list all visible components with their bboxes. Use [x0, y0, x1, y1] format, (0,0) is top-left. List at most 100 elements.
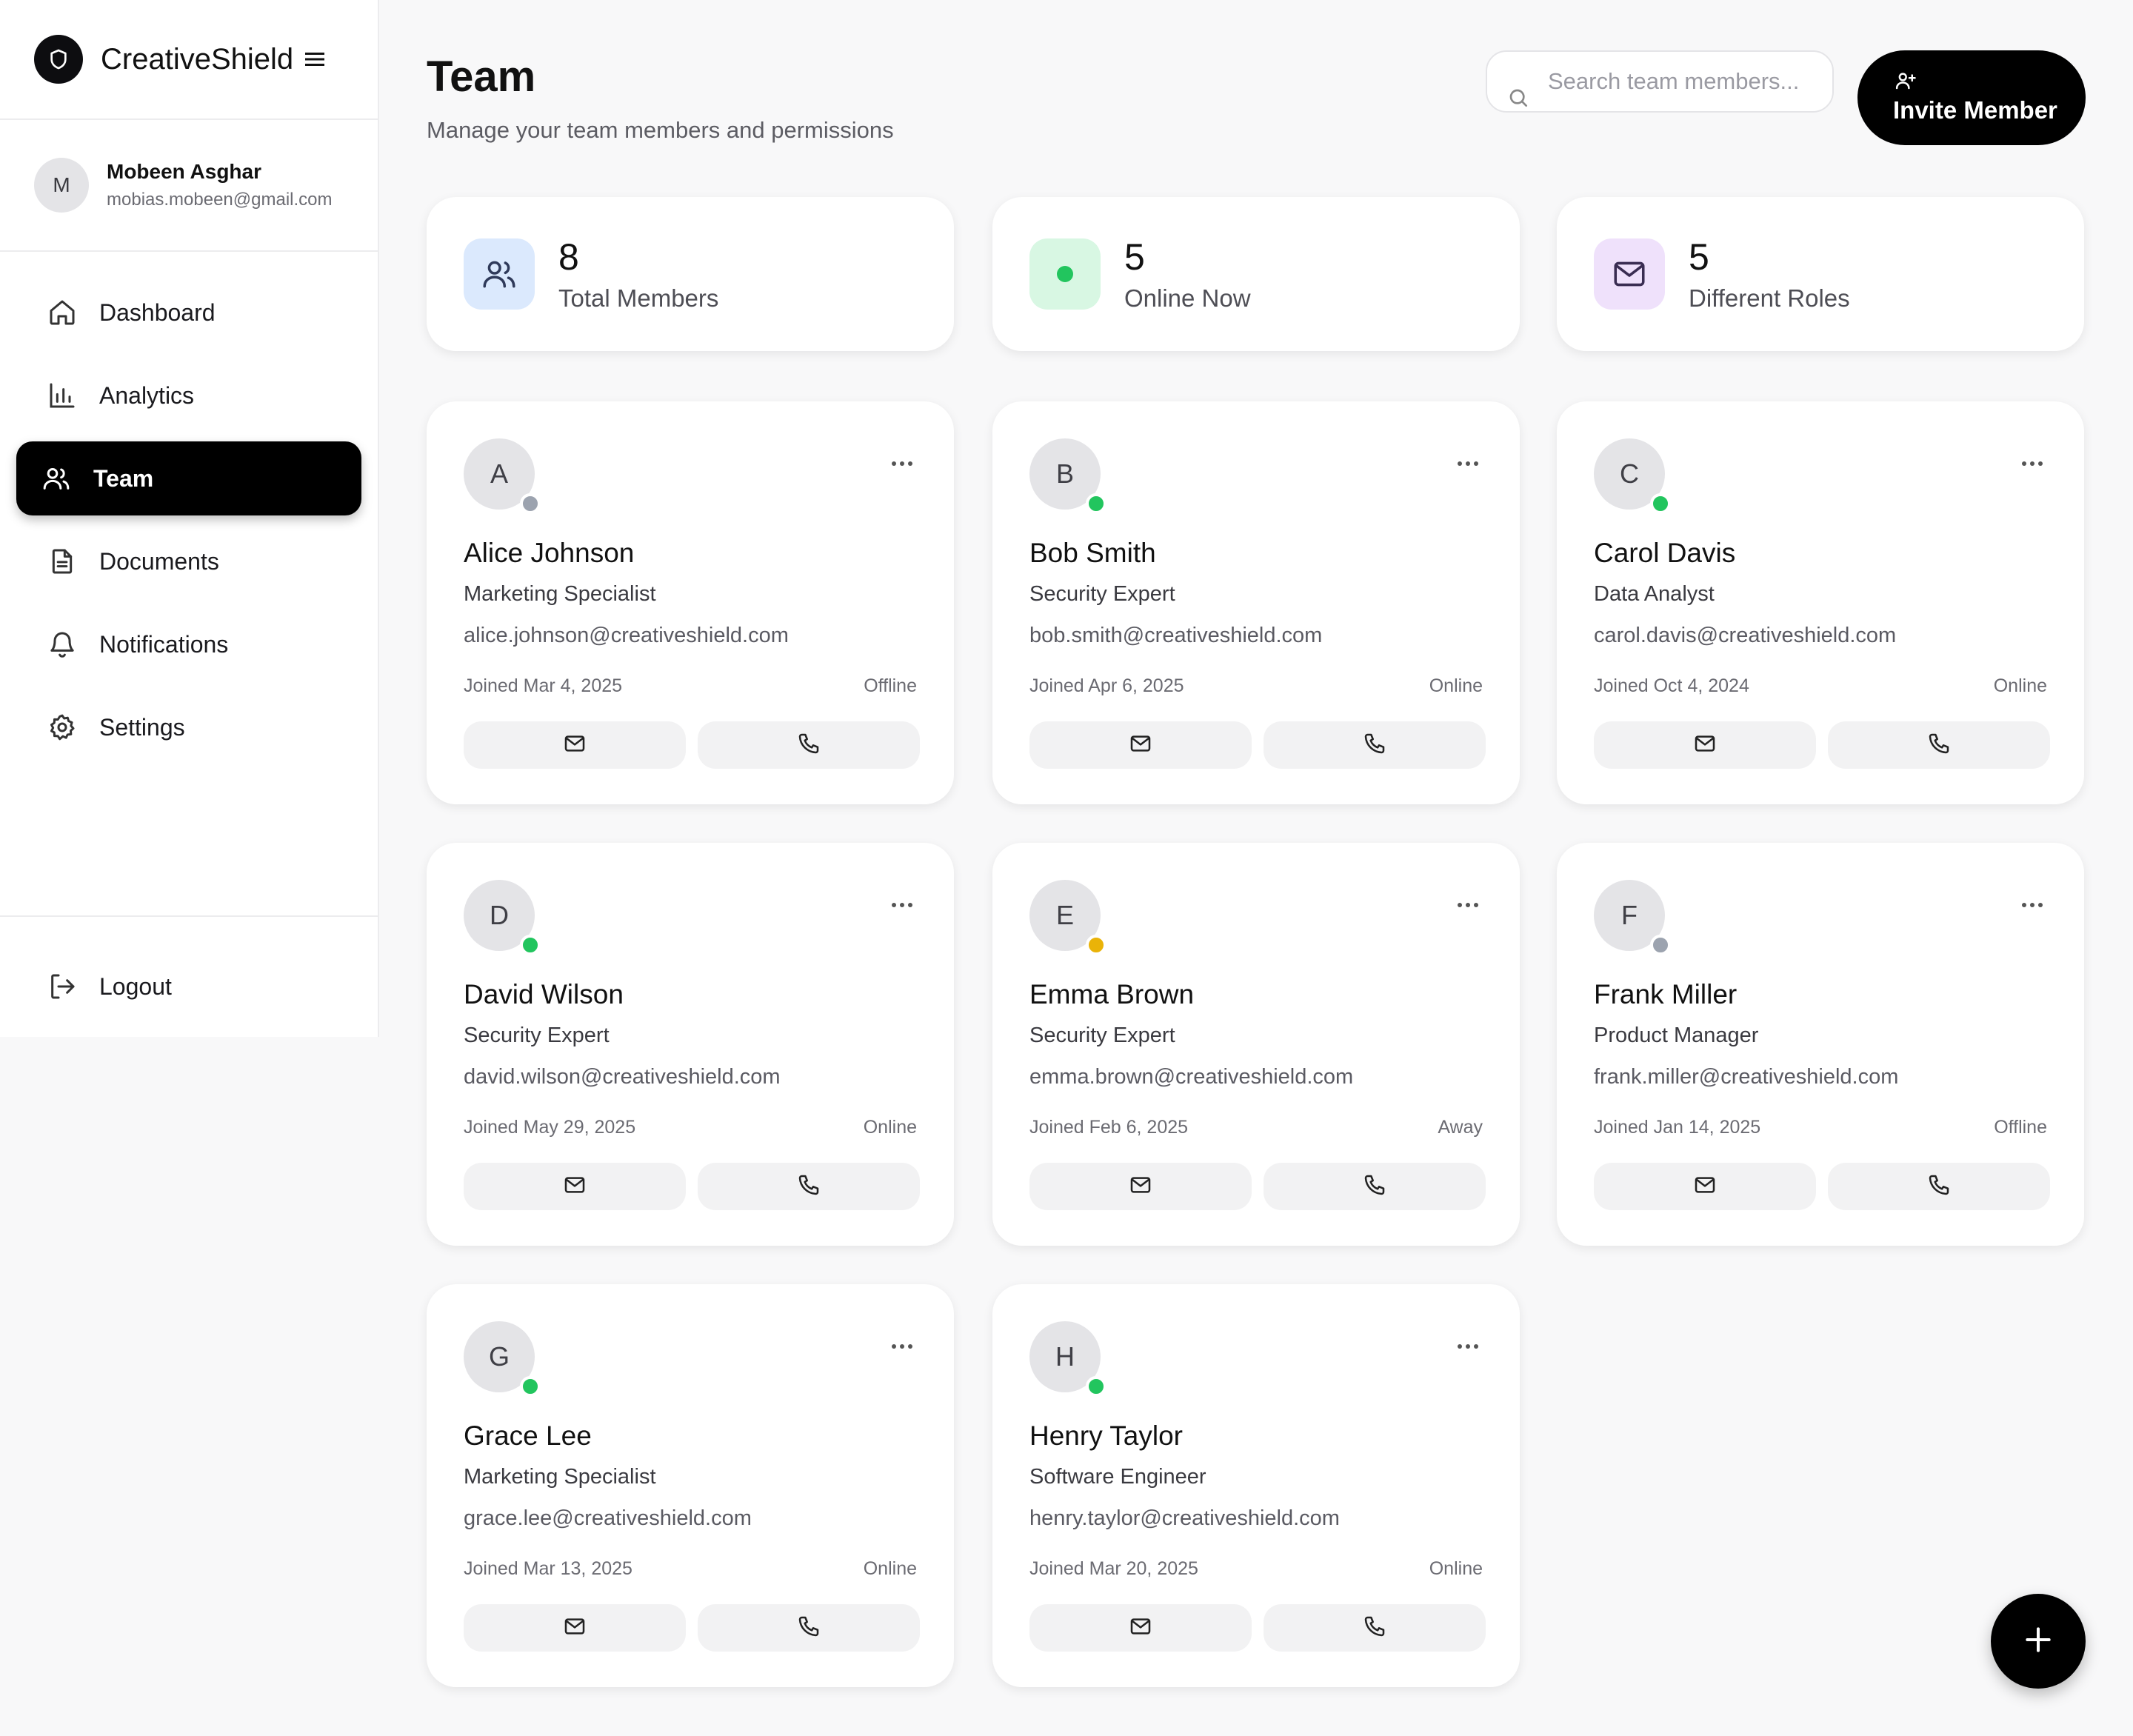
more-options-icon[interactable]	[1453, 456, 1483, 471]
plus-icon	[2022, 1623, 2054, 1660]
sidebar-item-documents[interactable]: Documents	[16, 524, 361, 598]
member-email: emma.brown@creativeshield.com	[1029, 1065, 1354, 1089]
member-card: H Henry Taylor Software Engineer henry.tayl…	[992, 1284, 1520, 1687]
member-email: david.wilson@creativeshield.com	[464, 1065, 781, 1089]
user-plus-icon	[1893, 70, 1918, 96]
member-joined-date: Joined Mar 20, 2025	[1029, 1558, 1198, 1579]
status-dot-icon	[1029, 238, 1101, 310]
sidebar-item-dashboard[interactable]: Dashboard	[16, 276, 361, 350]
sidebar-item-notifications[interactable]: Notifications	[16, 607, 361, 681]
mail-icon	[1693, 732, 1717, 759]
member-role: Security Expert	[1029, 1024, 1175, 1047]
users-icon	[40, 462, 73, 495]
sidebar-item-label: Dashboard	[99, 298, 216, 326]
member-role: Product Manager	[1594, 1024, 1759, 1047]
email-member-button[interactable]	[1594, 721, 1816, 769]
sidebar-item-label: Documents	[99, 547, 219, 575]
member-email: alice.johnson@creativeshield.com	[464, 624, 789, 647]
member-card: E Emma Brown Security Expert emma.brown@cre…	[992, 843, 1520, 1246]
users-icon	[464, 238, 535, 310]
call-member-button[interactable]	[1264, 721, 1486, 769]
stat-card-online-now: 5 Online Now	[992, 197, 1520, 351]
member-name: David Wilson	[464, 979, 624, 1009]
member-joined-date: Joined Jan 14, 2025	[1594, 1117, 1761, 1138]
search-box[interactable]	[1486, 50, 1834, 113]
phone-icon	[1927, 1173, 1951, 1201]
sidebar-nav: Dashboard Analytics Team Documents Notif…	[0, 252, 378, 764]
email-member-button[interactable]	[464, 1163, 686, 1210]
more-options-icon[interactable]	[2017, 456, 2047, 471]
status-dot-icon	[1650, 493, 1671, 514]
member-joined-date: Joined Oct 4, 2024	[1594, 675, 1749, 696]
member-role: Security Expert	[1029, 582, 1175, 606]
search-input[interactable]	[1548, 68, 1822, 95]
member-status: Offline	[1994, 1117, 2047, 1138]
more-options-icon[interactable]	[2017, 898, 2047, 912]
member-email: henry.taylor@creativeshield.com	[1029, 1506, 1340, 1530]
sidebar-item-analytics[interactable]: Analytics	[16, 358, 361, 433]
more-options-icon[interactable]	[887, 898, 917, 912]
member-status: Online	[863, 1558, 917, 1579]
call-member-button[interactable]	[698, 1163, 920, 1210]
member-name: Emma Brown	[1029, 979, 1195, 1009]
email-member-button[interactable]	[1029, 1163, 1252, 1210]
status-dot-icon	[1086, 935, 1106, 955]
shield-logo-icon[interactable]	[34, 35, 83, 84]
status-dot-icon	[520, 1376, 541, 1397]
member-card: G Grace Lee Marketing Specialist grace.lee@…	[427, 1284, 954, 1687]
sidebar-item-settings[interactable]: Settings	[16, 690, 361, 764]
mail-icon	[1129, 1173, 1152, 1201]
page-subtitle: Manage your team members and permissions	[427, 117, 894, 143]
phone-icon	[797, 732, 821, 759]
call-member-button[interactable]	[698, 721, 920, 769]
call-member-button[interactable]	[1264, 1163, 1486, 1210]
member-role: Data Analyst	[1594, 582, 1715, 606]
invite-member-label: Invite Member	[1893, 96, 2057, 124]
email-member-button[interactable]	[1029, 1604, 1252, 1652]
stat-label: Total Members	[558, 284, 719, 312]
sidebar-item-label: Team	[93, 464, 154, 492]
email-member-button[interactable]	[1029, 721, 1252, 769]
member-status: Online	[863, 1117, 917, 1138]
phone-icon	[797, 1173, 821, 1201]
hamburger-menu-icon[interactable]	[305, 51, 325, 67]
status-dot-icon	[1086, 493, 1106, 514]
member-status: Away	[1438, 1117, 1483, 1138]
email-member-button[interactable]	[464, 1604, 686, 1652]
more-options-icon[interactable]	[887, 456, 917, 471]
logout-icon	[46, 970, 79, 1003]
page-title: Team	[427, 53, 536, 101]
sidebar-item-label: Settings	[99, 713, 185, 741]
member-role: Software Engineer	[1029, 1465, 1206, 1489]
add-fab-button[interactable]	[1991, 1594, 2086, 1689]
status-dot-icon	[520, 935, 541, 955]
user-profile[interactable]: M Mobeen Asghar mobias.mobeen@gmail.com	[0, 120, 378, 252]
call-member-button[interactable]	[1828, 1163, 2050, 1210]
more-options-icon[interactable]	[887, 1339, 917, 1354]
logout-button[interactable]: Logout	[16, 949, 361, 1024]
user-avatar: M	[34, 158, 89, 213]
member-card: A Alice Johnson Marketing Specialist alice.…	[427, 401, 954, 804]
gear-icon	[46, 711, 79, 744]
member-status: Online	[1429, 675, 1483, 696]
sidebar-item-team[interactable]: Team	[16, 441, 361, 515]
more-options-icon[interactable]	[1453, 898, 1483, 912]
phone-icon	[1363, 732, 1386, 759]
member-joined-date: Joined May 29, 2025	[464, 1117, 636, 1138]
mail-icon	[563, 1615, 587, 1642]
call-member-button[interactable]	[1264, 1604, 1486, 1652]
mail-icon	[1129, 1615, 1152, 1642]
invite-member-button[interactable]: Invite Member	[1857, 50, 2086, 145]
member-name: Grace Lee	[464, 1420, 592, 1451]
email-member-button[interactable]	[1594, 1163, 1816, 1210]
stat-label: Online Now	[1124, 284, 1251, 312]
phone-icon	[1927, 732, 1951, 759]
email-member-button[interactable]	[464, 721, 686, 769]
more-options-icon[interactable]	[1453, 1339, 1483, 1354]
call-member-button[interactable]	[698, 1604, 920, 1652]
phone-icon	[1363, 1615, 1386, 1642]
member-joined-date: Joined Apr 6, 2025	[1029, 675, 1184, 696]
call-member-button[interactable]	[1828, 721, 2050, 769]
member-status: Online	[1993, 675, 2047, 696]
file-icon	[46, 545, 79, 578]
